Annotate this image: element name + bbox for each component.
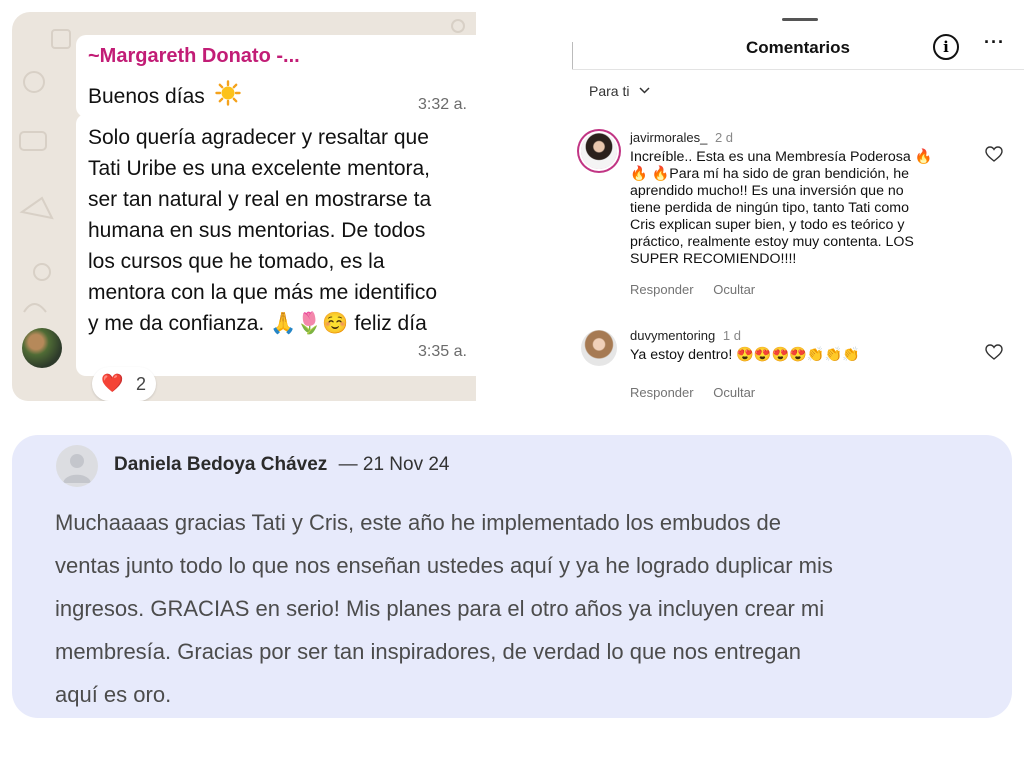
chat-bubble-message: Solo quería agradecer y resaltar que Tat… — [76, 114, 476, 376]
comment-actions: Responder Ocultar — [630, 282, 755, 297]
message-line: Solo quería agradecer y resaltar que — [88, 126, 429, 149]
post-date: 21 Nov 24 — [362, 454, 450, 475]
message-timestamp: 3:32 a. — [418, 96, 467, 113]
message-line: ser tan natural y real en mostrarse ta — [88, 188, 432, 211]
avatar[interactable] — [581, 133, 617, 169]
comment-line: Cris explican super bien, y todo es teór… — [630, 217, 905, 233]
comment-user: javirmorales_ 2 d — [630, 130, 733, 145]
comment-user: duvymentoring 1 d — [630, 328, 741, 343]
comment-text: Increíble.. Esta es una Membresía Podero… — [630, 149, 975, 268]
more-options-icon[interactable]: ··· — [984, 32, 1005, 53]
username[interactable]: javirmorales_ — [630, 130, 707, 145]
instagram-comments-panel: Comentarios i ··· Para ti javirmorales_ … — [572, 10, 1024, 405]
comment-line: 🔥 🔥Para mí ha sido de gran bendición, he — [630, 166, 910, 182]
user-placeholder-icon — [63, 454, 91, 483]
sort-filter-label: Para ti — [589, 83, 630, 99]
comment-line: Ya estoy dentro! 😍😍😍😍👏👏👏 — [630, 347, 860, 363]
reaction-count: 2 — [136, 374, 147, 394]
heart-outline-icon[interactable] — [985, 344, 1003, 360]
author-name: Daniela Bedoya Chávez — [114, 454, 328, 475]
comment-age: 1 d — [722, 328, 741, 343]
sheet-drag-handle[interactable] — [782, 18, 818, 21]
hide-button[interactable]: Ocultar — [713, 282, 755, 297]
sun-icon — [214, 80, 241, 106]
reaction-badge[interactable]: ❤️ 2 — [92, 367, 156, 401]
info-icon[interactable]: i — [933, 34, 959, 60]
chat-bubble-greeting: ~Margareth Donato -... Buenos días 3:32 … — [76, 35, 476, 117]
avatar — [56, 445, 98, 487]
testimonial-card: Daniela Bedoya Chávez — 21 Nov 24 Muchaa… — [12, 435, 1012, 718]
comment-line: aprendido mucho!! Es una inversión que n… — [630, 183, 904, 199]
message-line: y me da confianza. 🙏🌷☺️ feliz día — [88, 312, 427, 335]
comments-title: Comentarios — [746, 38, 850, 57]
header-divider — [572, 69, 1024, 70]
comment-text: Ya estoy dentro! 😍😍😍😍👏👏👏 — [630, 347, 975, 364]
comment-line: tiene perdida de ningún tipo, tanto Tati… — [630, 200, 909, 216]
comment-line: Increíble.. Esta es una Membresía Podero… — [630, 149, 933, 165]
sender-name[interactable]: ~Margareth Donato -... — [88, 45, 300, 68]
message-line: humana en sus mentorias. De todos — [88, 219, 426, 242]
testimonial-body: Muchaaaas gracias Tati y Cris, este año … — [55, 501, 995, 716]
message-text: Buenos días — [88, 80, 241, 109]
reply-button[interactable]: Responder — [630, 282, 694, 297]
body-line: Muchaaaas gracias Tati y Cris, este año … — [55, 510, 781, 535]
heart-outline-icon[interactable] — [985, 146, 1003, 162]
message-line: mentora con la que más me identifico — [88, 281, 438, 304]
message-body: Solo quería agradecer y resaltar que Tat… — [88, 122, 476, 339]
heart-icon: ❤️ — [101, 373, 124, 393]
message-timestamp: 3:35 a. — [418, 343, 467, 360]
comment-actions: Responder Ocultar — [630, 385, 755, 400]
whatsapp-chat-panel: ~Margareth Donato -... Buenos días 3:32 … — [12, 12, 476, 401]
message-line: los cursos que he tomado, es la — [88, 250, 385, 273]
comment-line: SUPER RECOMIENDO!!!! — [630, 251, 797, 267]
testimonial-header: Daniela Bedoya Chávez — 21 Nov 24 — [114, 454, 450, 476]
avatar[interactable] — [581, 330, 617, 366]
sort-filter-dropdown[interactable]: Para ti — [589, 83, 650, 99]
sender-avatar[interactable] — [22, 328, 62, 368]
hide-button[interactable]: Ocultar — [713, 385, 755, 400]
body-line: membresía. Gracias por ser tan inspirado… — [55, 639, 801, 664]
separator: — — [338, 454, 358, 475]
message-line: Tati Uribe es una excelente mentora, — [88, 157, 431, 180]
body-line: ventas junto todo lo que nos enseñan ust… — [55, 553, 833, 578]
greeting-text: Buenos días — [88, 85, 205, 108]
comment-line: práctico, realmente estoy muy contenta. … — [630, 234, 914, 250]
chevron-down-icon — [639, 87, 650, 94]
body-line: ingresos. GRACIAS en serio! Mis planes p… — [55, 596, 825, 621]
username[interactable]: duvymentoring — [630, 328, 715, 343]
reply-button[interactable]: Responder — [630, 385, 694, 400]
divider — [572, 42, 573, 70]
comment-age: 2 d — [714, 130, 734, 145]
body-line: aquí es oro. — [55, 682, 172, 707]
